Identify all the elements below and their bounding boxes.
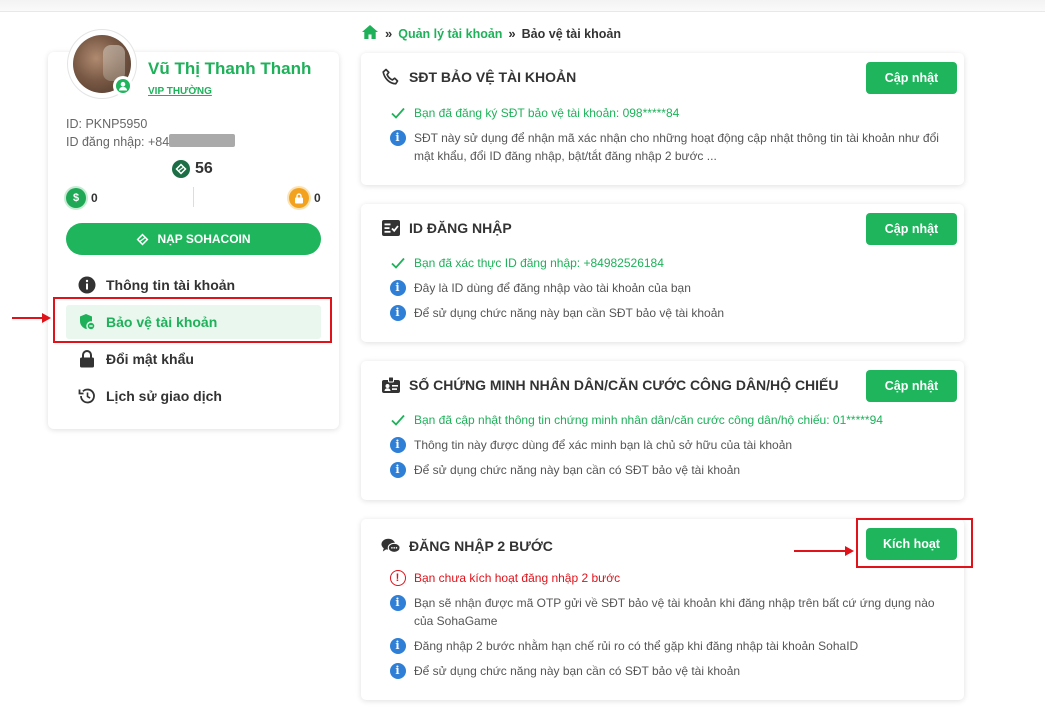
card-title: SỐ CHỨNG MINH NHÂN DÂN/CĂN CƯỚC CÔNG DÂN… [381, 375, 839, 395]
breadcrumb-separator-icon: » [508, 26, 516, 41]
balance-locked-value: 0 [314, 191, 321, 205]
info-line: i Bạn sẽ nhận được mã OTP gửi về SĐT bảo… [389, 594, 948, 630]
info-line: i Đây là ID dùng để đăng nhập vào tài kh… [389, 279, 948, 297]
user-id: ID: PKNP5950 [66, 117, 148, 131]
annotation-arrow-sidebar [12, 313, 51, 323]
sidebar-item-label: Đổi mật khẩu [106, 351, 194, 367]
topup-sohacoin-button[interactable]: NẠP SOHACOIN [66, 223, 321, 255]
annotation-arrow-activate [794, 546, 854, 556]
balance-divider [193, 187, 194, 207]
info-text: SĐT này sử dụng để nhận mã xác nhận cho … [414, 131, 939, 163]
user-badge-icon [113, 76, 133, 96]
status-line-success: Bạn đã cập nhật thông tin chứng minh nhâ… [389, 411, 948, 429]
card-identity-document: SỐ CHỨNG MINH NHÂN DÂN/CĂN CƯỚC CÔNG DÂN… [361, 361, 964, 500]
info-line: i Để sử dụng chức năng này bạn cần có SĐ… [389, 461, 948, 479]
sohacoin-icon [172, 160, 190, 178]
update-phone-button[interactable]: Cập nhật [866, 62, 957, 94]
info-icon: i [389, 594, 406, 611]
status-text: Bạn đã đăng ký SĐT bảo vệ tài khoản: 098… [414, 106, 680, 120]
highlight-box-activate [856, 518, 973, 568]
masked-phone [169, 134, 235, 147]
info-icon: i [389, 304, 406, 321]
balance-cash: $ 0 [66, 188, 98, 208]
info-line: i Để sử dụng chức năng này bạn cần SĐT b… [389, 304, 948, 322]
info-icon: i [389, 129, 406, 146]
user-name: Vũ Thị Thanh Thanh [148, 59, 312, 78]
highlight-box-sidebar [53, 297, 332, 343]
dollar-icon: $ [66, 188, 86, 208]
card-title-text: ID ĐĂNG NHẬP [409, 220, 512, 236]
card-title: ĐĂNG NHẬP 2 BƯỚC [381, 536, 553, 556]
check-icon [389, 411, 406, 428]
info-line: i SĐT này sử dụng để nhận mã xác nhận ch… [389, 129, 948, 165]
phone-icon [381, 67, 401, 87]
home-icon[interactable] [361, 24, 379, 43]
balance-locked: 0 [289, 188, 321, 208]
status-line-success: Bạn đã xác thực ID đăng nhập: +849825261… [389, 254, 948, 272]
check-icon [389, 104, 406, 121]
update-identity-button[interactable]: Cập nhật [866, 370, 957, 402]
topup-label: NẠP SOHACOIN [157, 232, 251, 246]
lock-icon [78, 350, 96, 368]
card-login-id: ID ĐĂNG NHẬP Cập nhật Bạn đã xác thực ID… [361, 204, 964, 342]
card-protection-phone: SĐT BẢO VỆ TÀI KHOẢN Cập nhật Bạn đã đăn… [361, 53, 964, 185]
top-bar [0, 0, 1045, 12]
error-icon: ! [389, 569, 406, 586]
info-text: Thông tin này được dùng để xác minh bạn … [414, 438, 793, 452]
breadcrumb-separator-icon: » [385, 26, 393, 41]
info-text: Đăng nhập 2 bước nhằm hạn chế rủi ro có … [414, 639, 859, 653]
info-circle-icon [78, 276, 96, 294]
status-line-error: ! Bạn chưa kích hoạt đăng nhập 2 bước [389, 569, 948, 587]
info-text: Bạn sẽ nhận được mã OTP gửi về SĐT bảo v… [414, 596, 935, 628]
card-title-text: SỐ CHỨNG MINH NHÂN DÂN/CĂN CƯỚC CÔNG DÂN… [409, 377, 839, 393]
info-line: i Thông tin này được dùng để xác minh bạ… [389, 436, 948, 454]
info-icon: i [389, 662, 406, 679]
lock-coin-icon [289, 188, 309, 208]
info-icon: i [389, 637, 406, 654]
info-icon: i [389, 461, 406, 478]
info-icon: i [389, 279, 406, 296]
card-title: ID ĐĂNG NHẬP [381, 218, 512, 238]
info-line: i Để sử dụng chức năng này bạn cần có SĐ… [389, 662, 948, 680]
user-login-id: ID đăng nhập: +84 [66, 135, 170, 149]
id-card-check-icon [381, 218, 401, 238]
sohacoin-button-icon [136, 233, 149, 245]
info-text: Để sử dụng chức năng này bạn cần có SĐT … [414, 463, 741, 477]
sohacoin-balance: 56 [172, 160, 213, 178]
breadcrumb-link-account-management[interactable]: Quản lý tài khoản [398, 27, 502, 41]
status-text: Bạn đã cập nhật thông tin chứng minh nhâ… [414, 413, 883, 427]
breadcrumb: » Quản lý tài khoản » Bảo vệ tài khoản [361, 24, 621, 43]
card-title-text: SĐT BẢO VỆ TÀI KHOẢN [409, 69, 577, 85]
status-line-success: Bạn đã đăng ký SĐT bảo vệ tài khoản: 098… [389, 104, 948, 122]
sidebar-item-label: Lịch sử giao dịch [106, 388, 222, 404]
info-icon: i [389, 436, 406, 453]
balance-cash-value: 0 [91, 191, 98, 205]
card-title: SĐT BẢO VỆ TÀI KHOẢN [381, 67, 576, 87]
avatar[interactable] [68, 30, 136, 98]
sidebar-item-change-password[interactable]: Đổi mật khẩu [66, 342, 321, 376]
info-text: Để sử dụng chức năng này bạn cần có SĐT … [414, 664, 741, 678]
sidebar-item-label: Thông tin tài khoản [106, 277, 236, 293]
status-text: Bạn chưa kích hoạt đăng nhập 2 bước [414, 571, 621, 585]
breadcrumb-current: Bảo vệ tài khoản [521, 26, 621, 41]
user-tier-link[interactable]: VIP THƯỜNG [148, 86, 212, 97]
status-text: Bạn đã xác thực ID đăng nhập: +849825261… [414, 256, 664, 270]
check-icon [389, 254, 406, 271]
update-login-id-button[interactable]: Cập nhật [866, 213, 957, 245]
info-text: Để sử dụng chức năng này bạn cần SĐT bảo… [414, 306, 725, 320]
history-icon [78, 387, 96, 405]
sidebar-item-transaction-history[interactable]: Lịch sử giao dịch [66, 379, 321, 413]
chat-bubbles-icon [381, 536, 401, 556]
card-title-text: ĐĂNG NHẬP 2 BƯỚC [409, 538, 553, 554]
id-badge-icon [381, 375, 401, 395]
info-text: Đây là ID dùng để đăng nhập vào tài khoả… [414, 281, 691, 295]
info-line: i Đăng nhập 2 bước nhằm hạn chế rủi ro c… [389, 637, 948, 655]
sohacoin-count: 56 [195, 160, 213, 177]
